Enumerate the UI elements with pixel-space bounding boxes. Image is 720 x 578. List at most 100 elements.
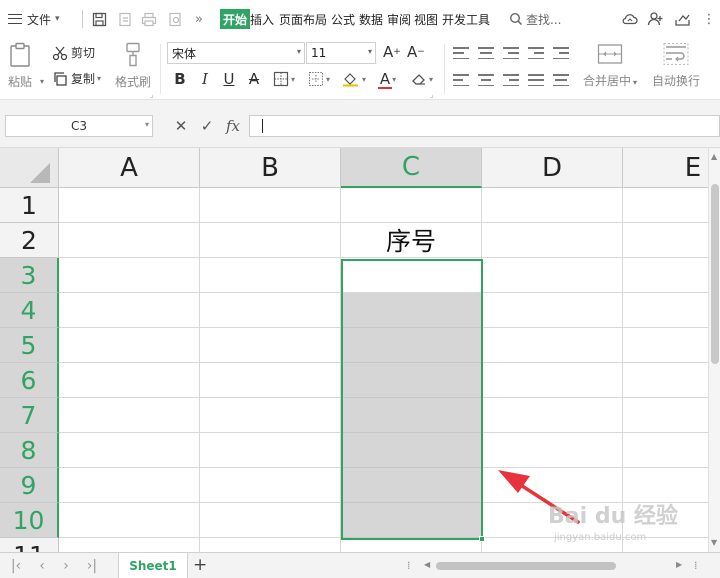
collaborate-icon[interactable] xyxy=(646,0,666,38)
row-header-9[interactable]: 9 xyxy=(0,468,59,503)
bold-icon[interactable]: B xyxy=(172,68,188,90)
tab-developer[interactable]: 开发工具 xyxy=(441,0,491,38)
row-header-5[interactable]: 5 xyxy=(0,328,59,363)
row-header-11[interactable]: 11 xyxy=(0,538,59,552)
cell-c6[interactable] xyxy=(341,363,482,398)
cell-d7[interactable] xyxy=(482,398,623,433)
cell-a3[interactable] xyxy=(59,258,200,293)
tab-data[interactable]: 数据 xyxy=(358,0,384,38)
cell-b2[interactable] xyxy=(200,223,341,258)
print-preview-icon[interactable] xyxy=(166,0,184,38)
row-header-3[interactable]: 3 xyxy=(0,258,59,293)
cell-e3[interactable] xyxy=(623,258,708,293)
next-sheet-icon[interactable]: › xyxy=(58,557,74,575)
scroll-up-icon[interactable]: ▲ xyxy=(711,152,717,161)
cell-c11[interactable] xyxy=(341,538,482,552)
increase-font-icon[interactable]: A + xyxy=(383,43,401,61)
cell-a8[interactable] xyxy=(59,433,200,468)
first-sheet-icon[interactable]: |‹ xyxy=(8,557,24,575)
scroll-right-icon[interactable]: ▶ xyxy=(676,560,682,569)
copy-dropdown-icon[interactable]: ▾ xyxy=(97,74,101,83)
row-header-4[interactable]: 4 xyxy=(0,293,59,328)
justify-icon[interactable] xyxy=(528,74,544,86)
row-header-1[interactable]: 1 xyxy=(0,188,59,223)
column-header-e[interactable]: E xyxy=(623,148,708,188)
cell-c10[interactable] xyxy=(341,503,482,538)
cell-b3[interactable] xyxy=(200,258,341,293)
cut-button[interactable]: 剪切 xyxy=(52,44,95,61)
cell-e8[interactable] xyxy=(623,433,708,468)
cell-b11[interactable] xyxy=(200,538,341,552)
row-header-10[interactable]: 10 xyxy=(0,503,59,538)
align-middle-icon[interactable] xyxy=(478,47,494,59)
font-launcher-icon[interactable]: ⌟ xyxy=(430,90,434,99)
distributed-icon[interactable] xyxy=(553,74,569,86)
cell-a2[interactable] xyxy=(59,223,200,258)
column-header-a[interactable]: A xyxy=(59,148,200,188)
tab-page-layout[interactable]: 页面布局 xyxy=(278,0,328,38)
add-sheet-button[interactable]: + xyxy=(193,555,207,575)
copy-button[interactable]: 复制 ▾ xyxy=(52,70,101,87)
row-header-2[interactable]: 2 xyxy=(0,223,59,258)
more-icon[interactable]: » xyxy=(190,0,208,38)
row-header-8[interactable]: 8 xyxy=(0,433,59,468)
tab-view[interactable]: 视图 xyxy=(413,0,439,38)
increase-indent-icon[interactable] xyxy=(553,47,569,59)
search-box[interactable]: 查找... xyxy=(509,0,561,38)
column-header-b[interactable]: B xyxy=(200,148,341,188)
cell-b7[interactable] xyxy=(200,398,341,433)
cell-e2[interactable] xyxy=(623,223,708,258)
italic-icon[interactable]: I xyxy=(197,68,213,90)
cell-e5[interactable] xyxy=(623,328,708,363)
more-options-icon[interactable]: ⋮ xyxy=(699,0,719,38)
align-bottom-icon[interactable] xyxy=(503,47,519,59)
decrease-indent-icon[interactable] xyxy=(528,47,544,59)
align-center-icon[interactable] xyxy=(478,74,494,86)
cell-a6[interactable] xyxy=(59,363,200,398)
cell-b9[interactable] xyxy=(200,468,341,503)
cell-e4[interactable] xyxy=(623,293,708,328)
row-header-6[interactable]: 6 xyxy=(0,363,59,398)
wrap-text-button[interactable]: 自动换行 xyxy=(652,42,700,89)
file-menu[interactable]: 文件 ▾ xyxy=(8,0,60,38)
cell-a5[interactable] xyxy=(59,328,200,363)
save-icon[interactable] xyxy=(90,0,108,38)
cell-b1[interactable] xyxy=(200,188,341,223)
select-all-corner[interactable] xyxy=(0,148,59,188)
cell-a7[interactable] xyxy=(59,398,200,433)
align-left-icon[interactable] xyxy=(453,74,469,86)
cell-e6[interactable] xyxy=(623,363,708,398)
vertical-scroll-thumb[interactable] xyxy=(711,184,719,364)
cell-b4[interactable] xyxy=(200,293,341,328)
cell-b8[interactable] xyxy=(200,433,341,468)
tab-insert[interactable]: 插入 xyxy=(249,0,275,38)
cell-e1[interactable] xyxy=(623,188,708,223)
fill-color-icon[interactable]: ▾ xyxy=(339,68,369,90)
vertical-scrollbar[interactable]: ▲ ▼ xyxy=(708,148,720,552)
format-painter-button[interactable]: 格式刷 xyxy=(115,42,151,90)
column-header-d[interactable]: D xyxy=(482,148,623,188)
paste-button[interactable]: 粘贴 xyxy=(8,42,32,90)
cell-b6[interactable] xyxy=(200,363,341,398)
clipboard-launcher-icon[interactable]: ⌟ xyxy=(150,90,154,99)
cell-b5[interactable] xyxy=(200,328,341,363)
align-top-icon[interactable] xyxy=(453,47,469,59)
column-header-c[interactable]: C xyxy=(341,148,482,188)
name-box[interactable]: C3 ▾ xyxy=(5,115,153,137)
underline-icon[interactable]: U xyxy=(221,68,237,90)
cell-c2[interactable]: 序号 xyxy=(341,223,482,258)
cell-a9[interactable] xyxy=(59,468,200,503)
cell-a11[interactable] xyxy=(59,538,200,552)
horizontal-scroll-thumb[interactable] xyxy=(436,562,616,570)
cell-c7[interactable] xyxy=(341,398,482,433)
prev-sheet-icon[interactable]: ‹ xyxy=(34,557,50,575)
borders-icon[interactable]: ▾ xyxy=(270,68,298,90)
cell-d4[interactable] xyxy=(482,293,623,328)
tab-formulas[interactable]: 公式 xyxy=(330,0,356,38)
paste-dropdown-icon[interactable]: ▾ xyxy=(40,77,44,86)
cell-a1[interactable] xyxy=(59,188,200,223)
cell-c9[interactable] xyxy=(341,468,482,503)
font-size-select[interactable]: 11 ▾ xyxy=(306,42,376,64)
scroll-down-icon[interactable]: ▼ xyxy=(711,538,717,547)
font-name-select[interactable]: 宋体 ▾ xyxy=(167,42,305,64)
